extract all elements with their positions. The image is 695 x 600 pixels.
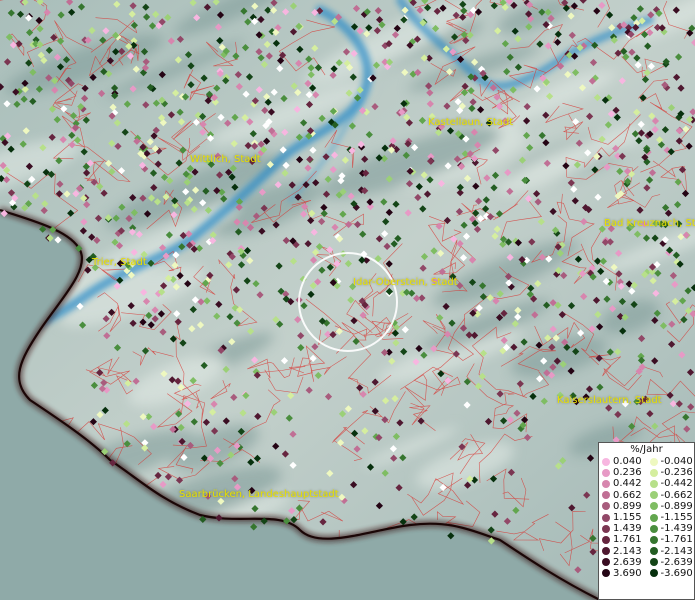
legend-row: -1.439 [647, 523, 695, 534]
legend-swatch [602, 524, 610, 533]
city-label-kaiserslautern: Kaiserslautern, Stadt [557, 395, 662, 406]
city-label-kastellaun: Kastellaun, Stadt [428, 117, 514, 128]
legend-row: -0.662 [647, 490, 695, 501]
legend-value: -0.899 [660, 500, 693, 512]
legend-value: 2.639 [613, 556, 642, 568]
legend-swatch [649, 491, 658, 500]
legend-value: -0.236 [660, 467, 693, 479]
legend-row: -2.143 [647, 546, 695, 557]
legend-value: -1.155 [660, 512, 693, 524]
legend-row: 2.639 [599, 557, 647, 568]
legend-value: 0.040 [613, 456, 642, 468]
city-label-wittlich: Wittlich, Stadt [190, 154, 261, 165]
legend-row: 0.236 [599, 467, 647, 478]
map-canvas[interactable] [0, 0, 695, 600]
legend-value: 1.439 [613, 523, 642, 535]
legend-row: 2.143 [599, 546, 647, 557]
legend-value: 1.761 [613, 534, 642, 546]
legend-swatch [649, 547, 658, 556]
legend-row: 3.690 [599, 568, 647, 579]
legend-swatch [649, 558, 658, 567]
legend-swatch [602, 535, 610, 544]
legend-swatch [602, 569, 610, 578]
legend-row: -0.442 [647, 478, 695, 489]
legend-swatch [649, 569, 658, 578]
map-view[interactable]: Kastellaun, Stadt Wittlich, Stadt Bad Kr… [0, 0, 695, 600]
legend-positive-column: 0.040 0.236 0.442 0.662 0.899 1.155 1.439 1.761… [599, 456, 647, 579]
legend-row: 1.155 [599, 512, 647, 523]
legend-swatch [602, 558, 610, 567]
legend-value: -0.662 [660, 489, 693, 501]
legend-swatch [602, 479, 610, 488]
legend-row: -3.690 [647, 568, 695, 579]
legend-row: -0.899 [647, 501, 695, 512]
legend-row: 1.761 [599, 534, 647, 545]
legend-value: -0.040 [660, 456, 693, 468]
city-label-trier: Trier, Stadt [92, 257, 147, 268]
legend-value: -2.143 [660, 545, 693, 557]
legend-row: -2.639 [647, 557, 695, 568]
legend-swatch [602, 513, 610, 522]
legend-swatch [649, 468, 658, 477]
legend-row: -1.155 [647, 512, 695, 523]
legend-swatch [602, 502, 610, 511]
legend-swatch [602, 468, 610, 477]
legend-row: -1.761 [647, 534, 695, 545]
legend-value: -0.442 [660, 478, 693, 490]
legend-swatch [649, 535, 658, 544]
legend-value: 2.143 [613, 545, 642, 557]
legend: %/Jahr 0.040 0.236 0.442 0.662 0.899 1.155 1.4… [598, 442, 695, 600]
legend-value: -1.439 [660, 523, 693, 535]
legend-row: 0.899 [599, 501, 647, 512]
legend-value: -2.639 [660, 556, 693, 568]
legend-swatch [602, 491, 610, 500]
legend-value: 3.690 [613, 567, 642, 579]
legend-row: 0.662 [599, 490, 647, 501]
legend-value: -1.761 [660, 534, 693, 546]
legend-row: -0.236 [647, 467, 695, 478]
legend-negative-column: -0.040 -0.236 -0.442 -0.662 -0.899 -1.155 -1.4… [647, 456, 695, 579]
legend-swatch [602, 457, 610, 466]
legend-swatch [649, 524, 658, 533]
legend-value: 0.662 [613, 489, 642, 501]
legend-value: 1.155 [613, 512, 642, 524]
legend-value: 0.442 [613, 478, 642, 490]
legend-row: 0.442 [599, 478, 647, 489]
legend-swatch [649, 513, 658, 522]
legend-swatch [649, 502, 658, 511]
legend-value: -3.690 [660, 567, 693, 579]
legend-row: 1.439 [599, 523, 647, 534]
legend-value: 0.899 [613, 500, 642, 512]
city-label-saarbruecken: Saarbrücken, Landeshauptstadt [179, 489, 339, 500]
legend-swatch [602, 547, 610, 556]
legend-title: %/Jahr [630, 444, 663, 455]
city-label-idar-oberstein: Idar-Oberstein, Stadt [353, 277, 458, 288]
legend-row: -0.040 [647, 456, 695, 467]
legend-swatch [649, 479, 658, 488]
legend-swatch [649, 457, 658, 466]
legend-row: 0.040 [599, 456, 647, 467]
city-label-bad-kreuznach: Bad Kreuznach, St [604, 218, 695, 229]
legend-value: 0.236 [613, 467, 642, 479]
